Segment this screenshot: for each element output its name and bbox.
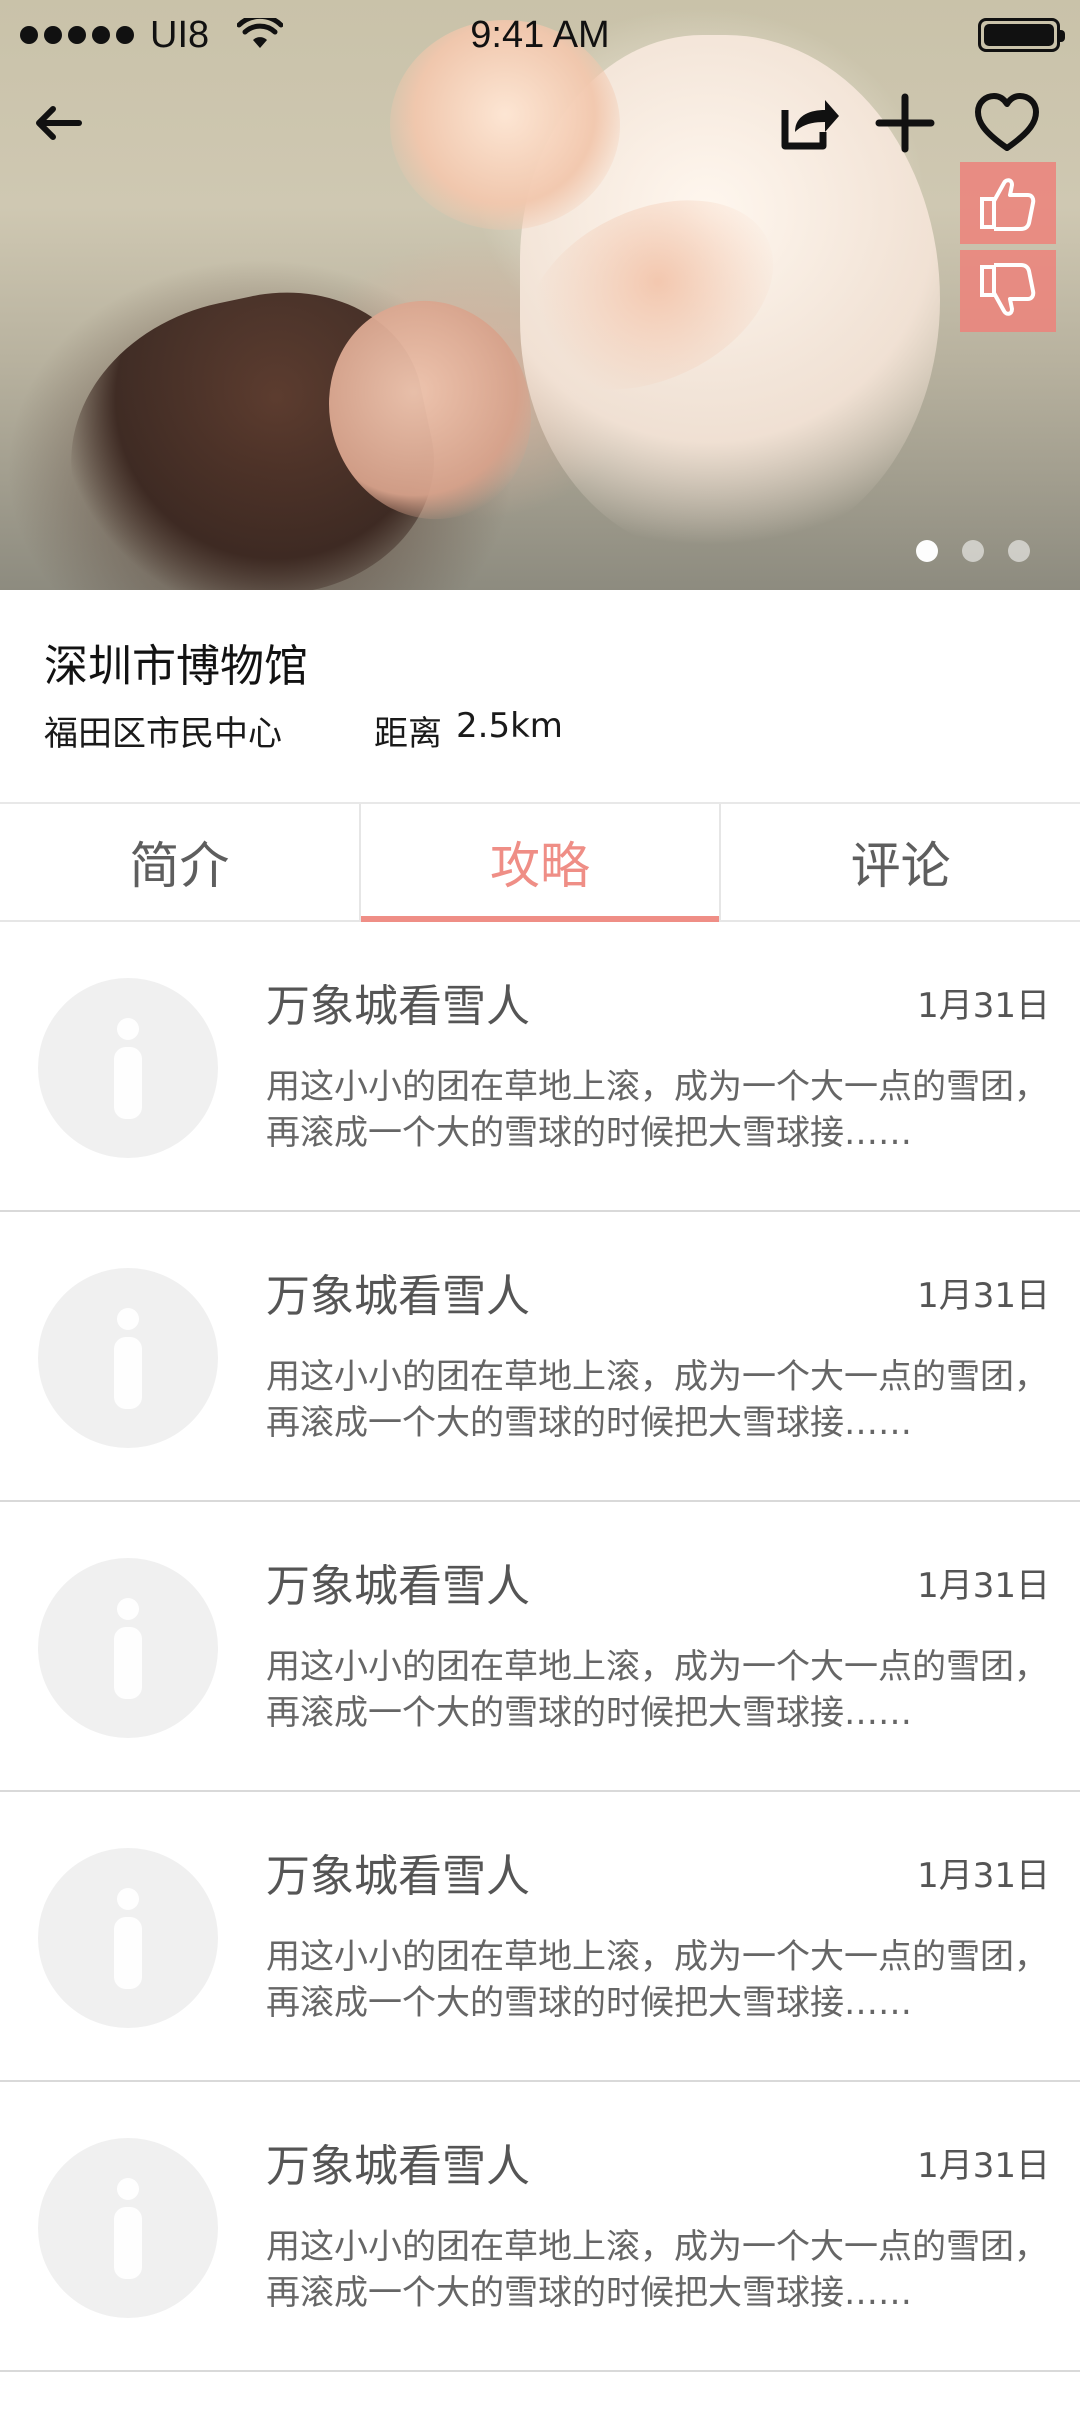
like-button[interactable] [960,162,1056,244]
place-meta: 福田区市民中心 距离 2.5km [44,706,563,755]
avatar [38,1558,218,1738]
pager-dot-2[interactable] [962,540,984,562]
list-item[interactable]: 万象城看雪人 1月31日 用这小小的团在草地上滚，成为一个大一点的雪团，再滚成一… [0,1792,1080,2082]
avatar [38,1268,218,1448]
user-placeholder-icon [114,1888,142,1989]
arrow-left-icon [36,106,82,140]
pager-dot-3[interactable] [1008,540,1030,562]
avatar [38,2138,218,2318]
user-placeholder-icon [114,1308,142,1409]
item-date: 1月31日 [917,1566,1050,1606]
item-date: 1月31日 [917,1276,1050,1316]
item-title: 万象城看雪人 [266,1271,530,1322]
place-area: 福田区市民中心 [44,714,282,754]
item-title: 万象城看雪人 [266,1561,530,1612]
place-info: 深圳市博物馆 福田区市民中心 距离 2.5km [0,590,1080,802]
item-description: 用这小小的团在草地上滚，成为一个大一点的雪团，再滚成一个大的雪球的时候把大雪球接… [266,1067,1048,1153]
favorite-button[interactable] [970,86,1044,160]
avatar [38,1848,218,2028]
status-bar: UI8 9:41 AM [0,0,1080,68]
share-icon [781,100,839,150]
item-date: 1月31日 [917,986,1050,1026]
item-date: 1月31日 [917,1856,1050,1896]
tab-reviews[interactable]: 评论 [721,804,1080,920]
back-button[interactable] [24,88,94,158]
guide-list: 万象城看雪人 1月31日 用这小小的团在草地上滚，成为一个大一点的雪团，再滚成一… [0,922,1080,2372]
share-button[interactable] [770,88,846,158]
item-description: 用这小小的团在草地上滚，成为一个大一点的雪团，再滚成一个大的雪球的时候把大雪球接… [266,1937,1048,2023]
item-title: 万象城看雪人 [266,1851,530,1902]
user-placeholder-icon [114,1598,142,1699]
battery-icon [978,18,1065,52]
user-placeholder-icon [114,2178,142,2279]
item-date: 1月31日 [917,2146,1050,2186]
list-item[interactable]: 万象城看雪人 1月31日 用这小小的团在草地上滚，成为一个大一点的雪团，再滚成一… [0,1502,1080,1792]
list-item[interactable]: 万象城看雪人 1月31日 用这小小的团在草地上滚，成为一个大一点的雪团，再滚成一… [0,2082,1080,2372]
distance-label: 距离 [374,714,442,754]
user-placeholder-icon [114,1018,142,1119]
tab-intro[interactable]: 简介 [0,804,361,920]
heart-outline-icon [975,93,1039,151]
item-description: 用这小小的团在草地上滚，成为一个大一点的雪团，再滚成一个大的雪球的时候把大雪球接… [266,1647,1048,1733]
status-time: 9:41 AM [470,14,610,56]
pager-dot-1[interactable] [916,540,938,562]
thumbs-up-icon [980,178,1036,231]
image-pager[interactable] [916,540,1030,562]
place-title: 深圳市博物馆 [44,641,308,692]
avatar [38,978,218,1158]
item-title: 万象城看雪人 [266,981,530,1032]
tab-guide[interactable]: 攻略 [360,804,722,922]
item-description: 用这小小的团在草地上滚，成为一个大一点的雪团，再滚成一个大的雪球的时候把大雪球接… [266,2227,1048,2313]
item-description: 用这小小的团在草地上滚，成为一个大一点的雪团，再滚成一个大的雪球的时候把大雪球接… [266,1357,1048,1443]
tab-bar: 简介 攻略 评论 [0,804,1080,922]
list-item[interactable]: 万象城看雪人 1月31日 用这小小的团在草地上滚，成为一个大一点的雪团，再滚成一… [0,1212,1080,1502]
add-button[interactable] [870,88,940,158]
hero-image: UI8 9:41 AM [0,0,1080,590]
plus-icon [875,93,935,153]
place-distance: 距离 2.5km [374,706,563,755]
list-item[interactable]: 万象城看雪人 1月31日 用这小小的团在草地上滚，成为一个大一点的雪团，再滚成一… [0,922,1080,1212]
thumbs-down-icon [980,263,1036,316]
item-title: 万象城看雪人 [266,2141,530,2192]
distance-value: 2.5km [456,706,563,746]
dislike-button[interactable] [960,250,1056,332]
